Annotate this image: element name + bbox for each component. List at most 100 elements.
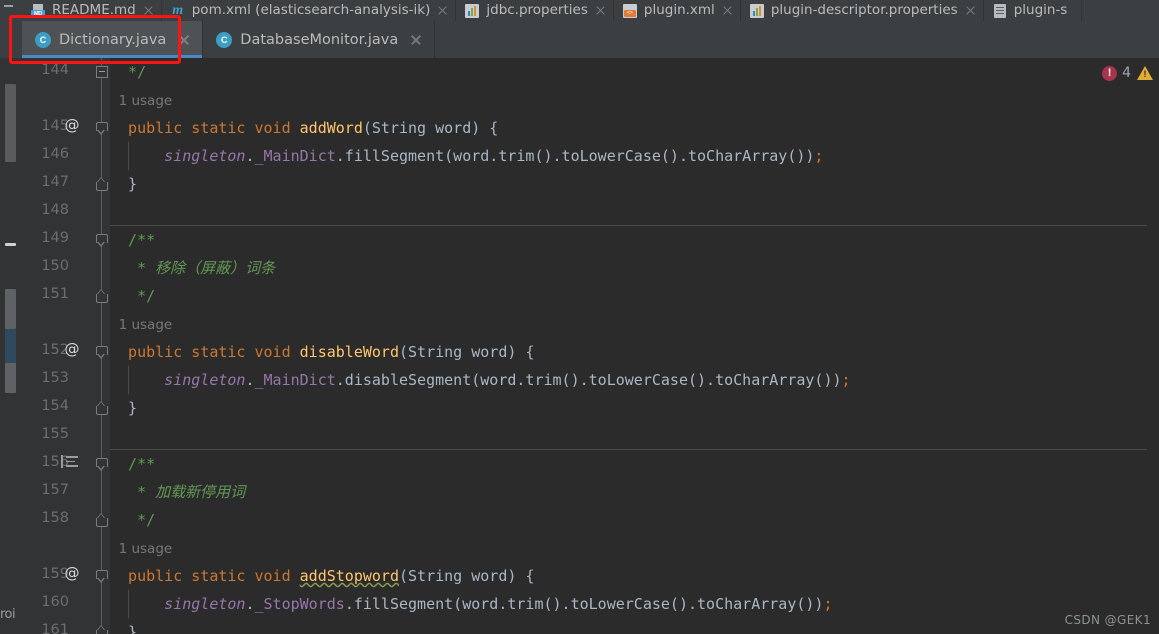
fold-region-start-icon[interactable] [94, 456, 109, 471]
code-token: ; [841, 371, 851, 389]
close-icon[interactable] [410, 34, 422, 46]
annotation-marker-icon[interactable]: @ [63, 564, 81, 582]
fold-region-end-icon[interactable] [94, 624, 109, 634]
close-icon[interactable] [595, 5, 606, 16]
editor-tab-plugin-descriptor-properties[interactable]: plugin-descriptor.properties [740, 0, 984, 21]
subtab-label: Dictionary.java [59, 31, 167, 48]
code-token: */ [110, 63, 147, 81]
fold-collapse-icon[interactable] [94, 64, 109, 79]
editor-subtab-databasemonitor-java[interactable]: C DatabaseMonitor.java [203, 21, 436, 58]
code-token: . [245, 595, 255, 613]
editor-tab-readme-md[interactable]: MD README.md [22, 0, 162, 21]
code-token: */ [110, 287, 156, 305]
code-token: .fillSegment(word.trim().toLowerCase().t… [344, 595, 824, 613]
inspection-status-widget[interactable]: ! 4 ! [1102, 64, 1153, 82]
code-token: addWord [299, 119, 363, 137]
java-class-icon: C [35, 31, 51, 48]
editor-subtab-dictionary-java[interactable]: C Dictionary.java [22, 21, 204, 58]
editor-fold-column[interactable] [93, 58, 110, 634]
editor-tab-plugin-xml[interactable]: <> plugin.xml [613, 0, 741, 21]
code-token: _MainDict [254, 147, 336, 165]
code-line: singleton._StopWords.fillSegment(word.tr… [110, 590, 1159, 618]
warning-icon: ! [1137, 66, 1153, 80]
marker-block [5, 84, 16, 162]
usage-hint-row[interactable]: 1 usage [110, 534, 1159, 562]
code-line: } [110, 618, 1159, 634]
tab-bar-left-spacer [0, 0, 22, 21]
line-number: 147 [41, 174, 69, 190]
code-token: 移除（屏蔽）词条 [155, 259, 276, 277]
code-token: (String word) { [362, 119, 499, 137]
editor-left-marker-strip[interactable]: roi [0, 58, 21, 634]
properties-file-icon [749, 3, 765, 19]
fold-region-start-icon[interactable] [94, 232, 109, 247]
code-token: public static void [110, 119, 300, 137]
code-token: singleton [110, 595, 246, 613]
code-text-area[interactable]: */ 1 usage public static void addWord(St… [110, 58, 1159, 634]
line-number: 144 [41, 62, 69, 78]
tab-label: plugin-s [1013, 2, 1068, 18]
code-token: (String word) { [399, 567, 535, 585]
code-token: (String word) { [399, 343, 535, 361]
fold-region-end-icon[interactable] [94, 400, 109, 415]
code-token: } [110, 175, 138, 193]
usage-hint-text: 1 usage [110, 317, 173, 333]
code-line: * 移除（屏蔽）词条 [110, 254, 1159, 282]
close-icon[interactable] [965, 5, 976, 16]
fold-region-start-icon[interactable] [94, 120, 109, 135]
close-icon[interactable] [143, 5, 154, 16]
code-token: . [245, 147, 255, 165]
code-token: } [110, 399, 138, 417]
code-token: public static void [110, 343, 300, 361]
code-token: singleton [110, 371, 246, 389]
fold-region-start-icon[interactable] [94, 344, 109, 359]
line-number: 157 [41, 482, 69, 498]
code-line: public static void addStopword(String wo… [110, 562, 1159, 590]
code-token: .disableSegment(word.trim().toLowerCase(… [335, 371, 842, 389]
editor-tab-pom-xml-elasticsearch-analysis-ik[interactable]: m pom.xml (elasticsearch-analysis-ik) [161, 0, 457, 21]
close-icon[interactable] [722, 5, 733, 16]
tab-bar-secondary-left-spacer [0, 21, 22, 58]
fold-region-end-icon[interactable] [94, 512, 109, 527]
code-token: addStopword [299, 567, 399, 585]
annotation-marker-icon[interactable]: @ [63, 116, 81, 134]
tab-label: pom.xml (elasticsearch-analysis-ik) [191, 2, 431, 18]
code-editor[interactable]: roi 144 145 @146 147 148 149 150 151 152 @153 154 1… [0, 58, 1159, 634]
fold-region-start-icon[interactable] [94, 568, 109, 583]
code-token: _MainDict [254, 371, 336, 389]
editor-right-marker-strip[interactable] [1147, 58, 1159, 634]
code-line: */ [110, 282, 1159, 310]
usage-hint-row[interactable]: 1 usage [110, 86, 1159, 114]
subtab-label: DatabaseMonitor.java [240, 31, 399, 48]
watermark-label: CSDN @GEK1 [1064, 613, 1151, 627]
code-token: */ [110, 511, 156, 529]
annotation-marker-icon[interactable]: @ [63, 340, 81, 358]
code-token: /** [110, 455, 156, 473]
error-count: 4 [1122, 65, 1131, 81]
code-token: * [110, 259, 156, 277]
close-icon[interactable] [178, 34, 190, 46]
editor-tab-plugin-s[interactable]: plugin-s [983, 0, 1083, 21]
line-number: 149 [41, 230, 69, 246]
code-token: disableWord [299, 343, 399, 361]
fold-region-end-icon[interactable] [94, 288, 109, 303]
code-line: */ [110, 58, 1159, 86]
code-line: /** [110, 226, 1159, 254]
properties-file-icon [464, 3, 480, 19]
line-number: 161 [41, 622, 69, 634]
editor-tab-jdbc-properties[interactable]: jdbc.properties [456, 0, 614, 21]
code-token: singleton [110, 147, 246, 165]
close-icon[interactable] [437, 5, 448, 16]
usage-hint-row[interactable]: 1 usage [110, 310, 1159, 338]
editor-tab-bar-primary: MD README.md m pom.xml (elasticsearch-analy… [0, 0, 1159, 21]
code-line: /** [110, 450, 1159, 478]
line-number: 150 [41, 258, 69, 274]
warning-glyph: ! [1143, 69, 1147, 79]
fold-region-end-icon[interactable] [94, 176, 109, 191]
code-token: * [110, 483, 156, 501]
changed-lines-icon[interactable] [61, 455, 79, 468]
tab-label: README.md [52, 2, 136, 18]
editor-tab-bar-secondary: C Dictionary.java C DatabaseMonitor.java [0, 21, 1159, 58]
